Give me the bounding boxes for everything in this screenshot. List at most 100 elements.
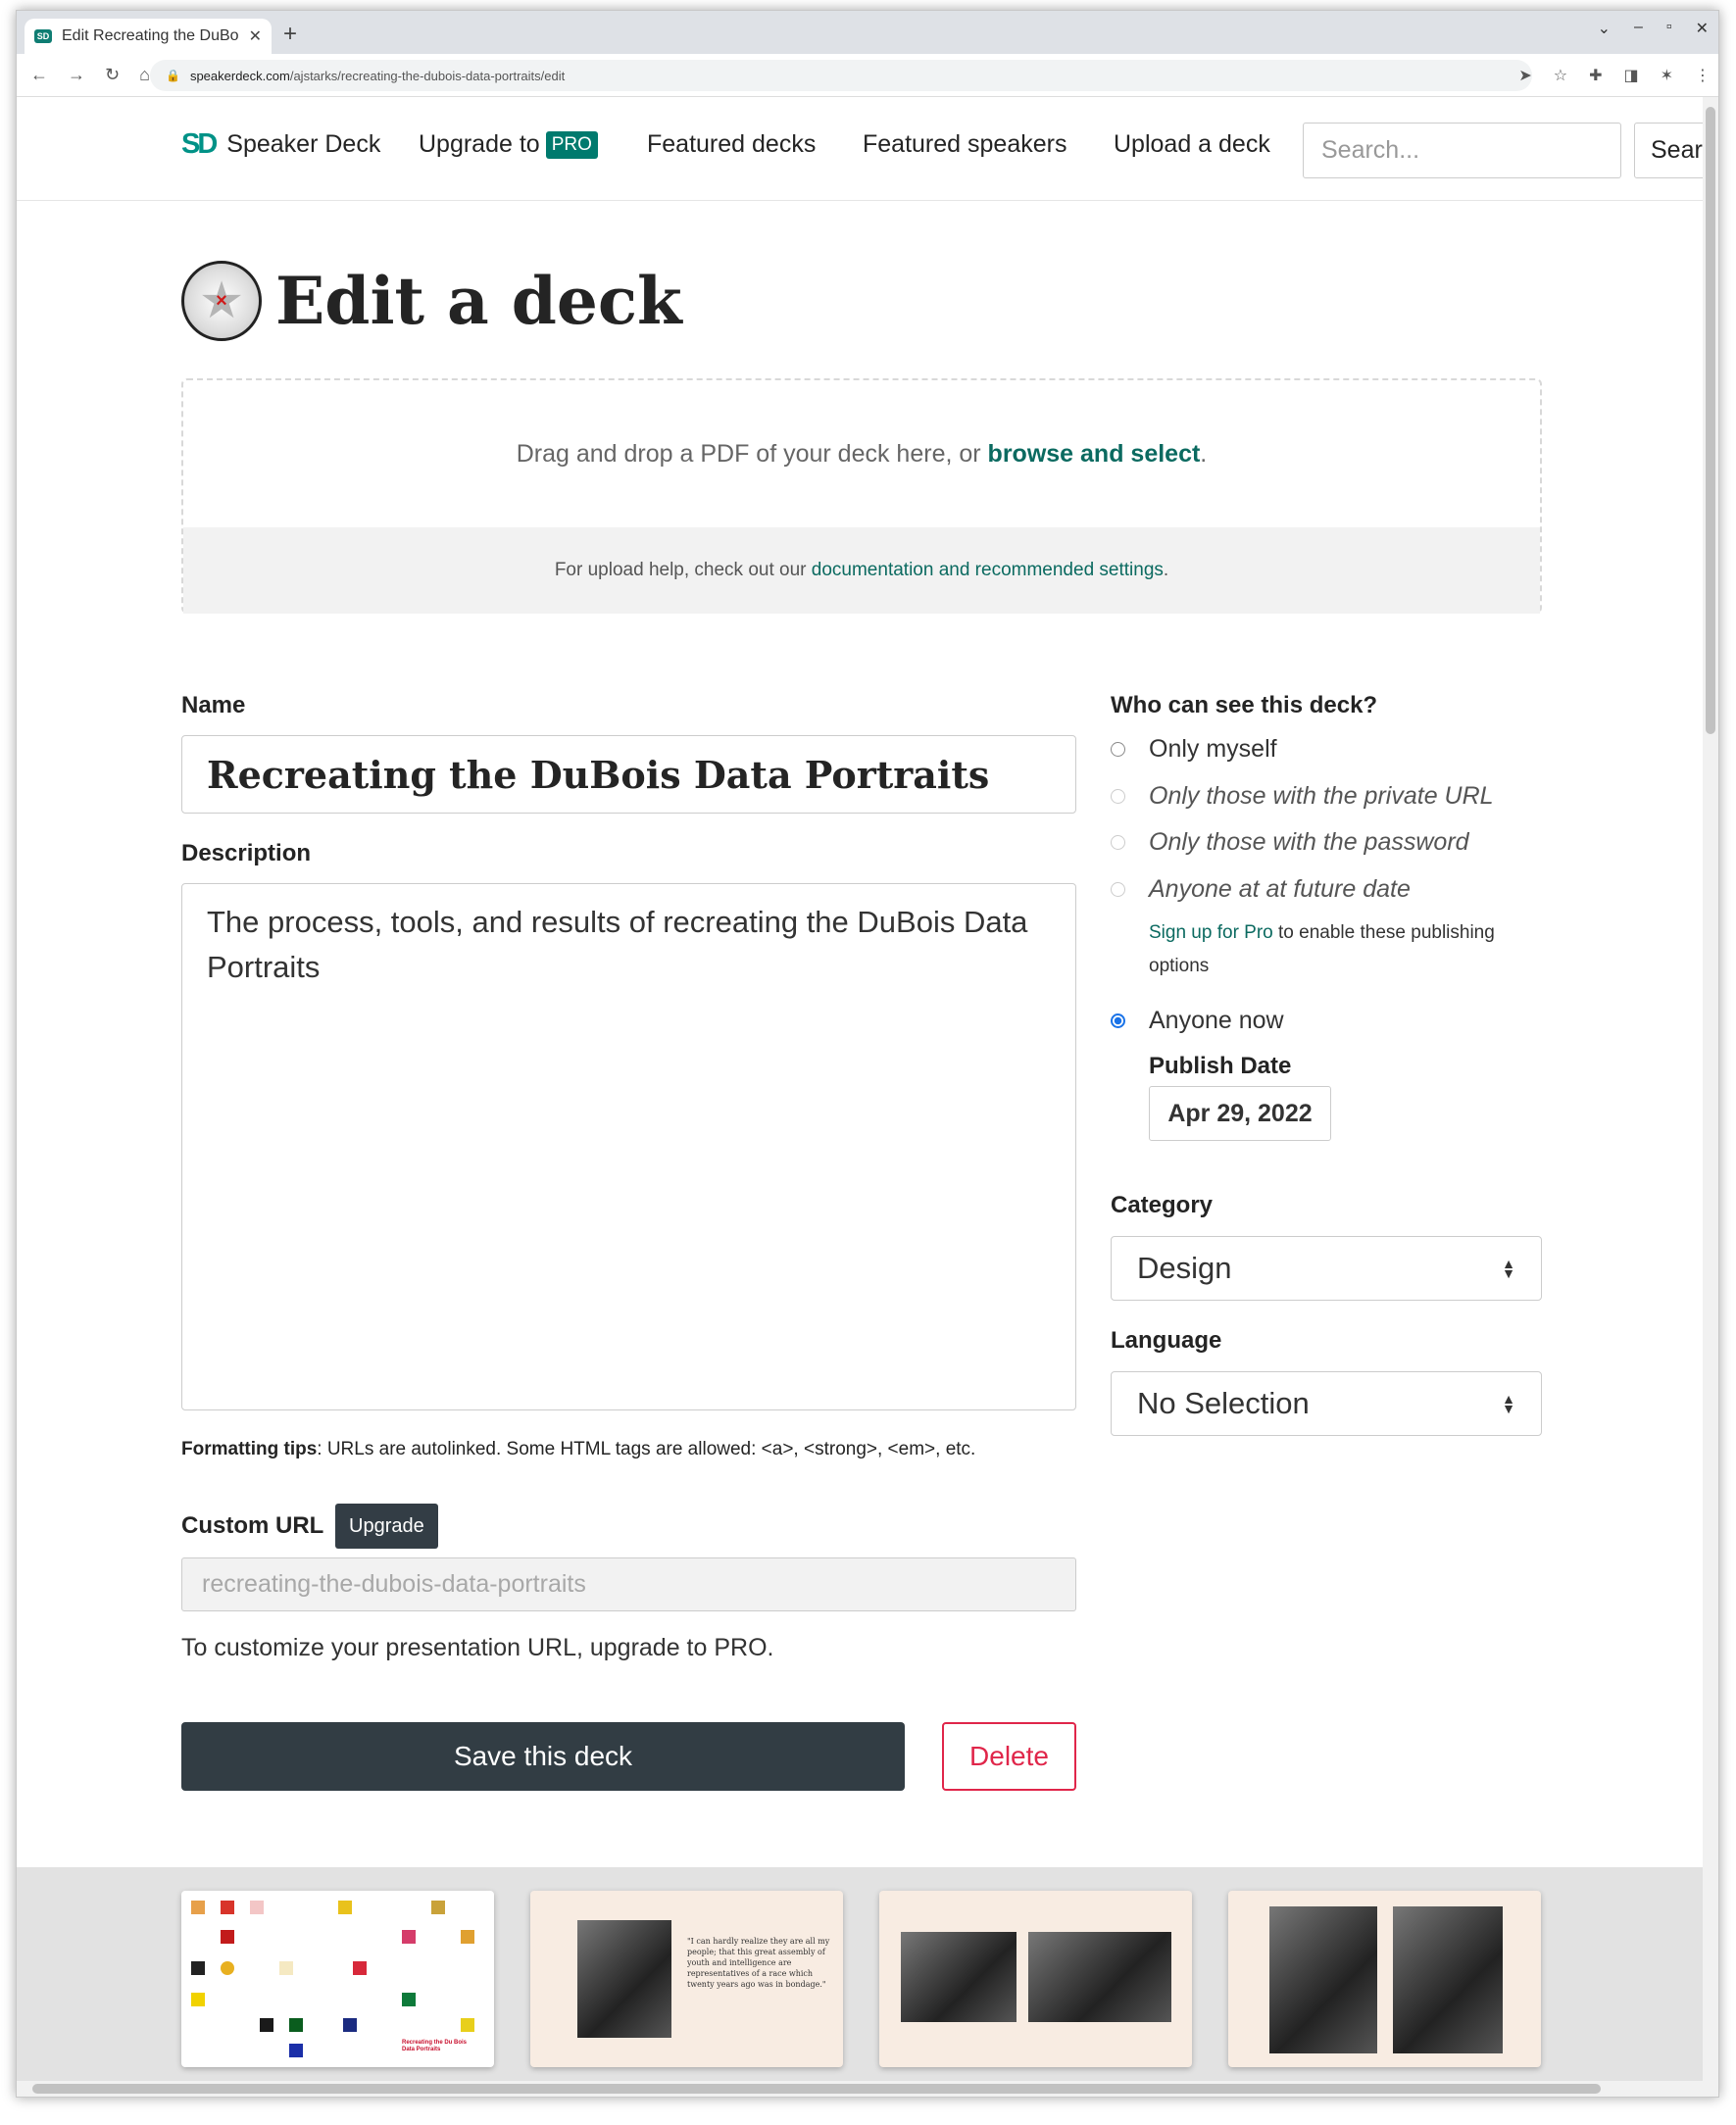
send-icon[interactable]: ➤ bbox=[1518, 66, 1531, 85]
featured-decks-link[interactable]: Featured decks bbox=[647, 130, 816, 159]
language-select[interactable]: No Selection ▲ ▼ bbox=[1111, 1371, 1542, 1436]
upload-deck-link[interactable]: Upload a deck bbox=[1114, 130, 1270, 159]
documentation-link[interactable]: documentation and recommended settings bbox=[812, 560, 1164, 581]
slide-1-caption: Recreating the Du Bois Data Portraits bbox=[402, 2040, 468, 2052]
upload-help-text: For upload help, check out our bbox=[554, 560, 807, 580]
radio-selected-icon[interactable] bbox=[1111, 1013, 1125, 1028]
x-mark-icon: × bbox=[216, 289, 227, 312]
select-arrows-icon: ▲ ▼ bbox=[1502, 1391, 1515, 1416]
visibility-option-label: Only those with the private URL bbox=[1149, 782, 1494, 810]
toolbar-actions: ➤ ☆ ✚ ◨ ✶ ⋮ bbox=[1518, 66, 1711, 85]
upgrade-button[interactable]: Upgrade bbox=[335, 1504, 438, 1549]
sign-up-pro-link[interactable]: Sign up for Pro bbox=[1149, 922, 1273, 943]
visibility-option-anyone-now[interactable]: Anyone now bbox=[1111, 1007, 1284, 1035]
formatting-tips-label: Formatting tips bbox=[181, 1439, 318, 1459]
thumb-chart-mark bbox=[353, 1961, 367, 1975]
thumb-chart-mark bbox=[402, 1930, 416, 1944]
sidepanel-icon[interactable]: ◨ bbox=[1623, 66, 1638, 85]
radio-icon bbox=[1111, 789, 1125, 804]
slide-thumbnail-2[interactable]: "I can hardly realize they are all my pe… bbox=[530, 1891, 843, 2067]
browser-tab[interactable]: SD Edit Recreating the DuBo ✕ bbox=[25, 19, 272, 54]
dropzone-text: Drag and drop a PDF of your deck here, o… bbox=[516, 439, 981, 468]
brand-link[interactable]: SD Speaker Deck bbox=[181, 128, 380, 161]
radio-icon[interactable] bbox=[1111, 742, 1125, 757]
tab-bar: SD Edit Recreating the DuBo ✕ + ⌄ – ▫ ✕ bbox=[17, 11, 1718, 54]
visibility-option-label: Only those with the password bbox=[1149, 828, 1469, 856]
horizontal-scrollbar[interactable] bbox=[17, 2081, 1718, 2097]
url-path: /ajstarks/recreating-the-dubois-data-por… bbox=[289, 68, 566, 83]
thumb-chart-mark bbox=[191, 1901, 205, 1914]
description-field[interactable]: The process, tools, and results of recre… bbox=[181, 883, 1076, 1410]
thumb-chart-mark bbox=[289, 2018, 303, 2032]
lock-icon: 🔒 bbox=[166, 69, 180, 82]
delete-button[interactable]: Delete bbox=[942, 1722, 1076, 1791]
favicon-icon: SD bbox=[34, 29, 52, 43]
scrollbar-thumb[interactable] bbox=[32, 2084, 1601, 2094]
nav-buttons: ← → ↻ ⌂ bbox=[17, 65, 150, 85]
search-input[interactable]: Search... bbox=[1303, 123, 1621, 178]
tab-title: Edit Recreating the DuBo bbox=[62, 27, 239, 44]
featured-speakers-link[interactable]: Featured speakers bbox=[863, 130, 1066, 159]
radio-icon bbox=[1111, 882, 1125, 897]
home-icon[interactable]: ⌂ bbox=[139, 65, 150, 85]
group-photo bbox=[901, 1932, 1017, 2022]
upgrade-link[interactable]: Upgrade to PRO bbox=[419, 130, 598, 159]
category-value: Design bbox=[1137, 1251, 1232, 1285]
page-title: Edit a deck bbox=[275, 263, 682, 339]
name-label: Name bbox=[181, 692, 246, 718]
bookmark-star-icon[interactable]: ☆ bbox=[1554, 66, 1567, 85]
window-controls: ⌄ – ▫ ✕ bbox=[1598, 19, 1709, 38]
thumb-chart-mark bbox=[402, 1993, 416, 2006]
pro-note: Sign up for Pro to enable these publishi… bbox=[1149, 916, 1521, 983]
category-select[interactable]: Design ▲ ▼ bbox=[1111, 1236, 1542, 1301]
description-label: Description bbox=[181, 840, 312, 866]
tab-close-icon[interactable]: ✕ bbox=[249, 26, 262, 46]
back-icon[interactable]: ← bbox=[30, 65, 48, 85]
formatting-tips-text: : URLs are autolinked. Some HTML tags ar… bbox=[317, 1439, 976, 1459]
thumb-chart-mark bbox=[461, 2018, 474, 2032]
reload-icon[interactable]: ↻ bbox=[105, 65, 120, 85]
save-button[interactable]: Save this deck bbox=[181, 1722, 905, 1791]
browser-window: SD Edit Recreating the DuBo ✕ + ⌄ – ▫ ✕ … bbox=[16, 10, 1719, 2098]
thumb-chart-mark bbox=[221, 1930, 234, 1944]
radio-icon bbox=[1111, 835, 1125, 850]
custom-url-field: recreating-the-dubois-data-portraits bbox=[181, 1557, 1076, 1611]
slide-thumbnail-4[interactable] bbox=[1228, 1891, 1541, 2067]
window-close-icon[interactable]: ✕ bbox=[1696, 19, 1709, 38]
slide-thumbnail-3[interactable] bbox=[879, 1891, 1192, 2067]
address-bar[interactable]: 🔒 speakerdeck.com/ajstarks/recreating-th… bbox=[150, 60, 1532, 91]
minimize-icon[interactable]: – bbox=[1634, 19, 1643, 38]
tab-search-icon[interactable]: ⌄ bbox=[1598, 19, 1611, 38]
thumb-chart-mark bbox=[289, 2044, 303, 2057]
vertical-scrollbar[interactable] bbox=[1703, 97, 1718, 2083]
extensions-icon[interactable]: ✚ bbox=[1589, 66, 1602, 85]
speakerdeck-logo-icon: SD bbox=[181, 128, 218, 160]
avatar[interactable]: ★ × bbox=[181, 261, 262, 341]
name-field[interactable]: Recreating the DuBois Data Portraits bbox=[181, 735, 1076, 814]
profile-icon[interactable]: ✶ bbox=[1661, 66, 1673, 85]
thumb-chart-mark bbox=[191, 1993, 205, 2006]
new-tab-icon[interactable]: + bbox=[283, 21, 297, 48]
thumb-chart-mark bbox=[250, 1901, 264, 1914]
page-heading: ★ × Edit a deck bbox=[181, 261, 682, 341]
thumb-chart-mark bbox=[260, 2018, 273, 2032]
forward-icon[interactable]: → bbox=[68, 65, 85, 85]
url-host: speakerdeck.com bbox=[189, 68, 290, 83]
publish-date-field[interactable]: Apr 29, 2022 bbox=[1149, 1086, 1331, 1141]
scrollbar-thumb[interactable] bbox=[1706, 107, 1715, 734]
maximize-icon[interactable]: ▫ bbox=[1666, 19, 1672, 38]
portrait-photo bbox=[577, 1920, 671, 2038]
slide-thumbnail-1[interactable]: Recreating the Du Bois Data Portraits bbox=[181, 1891, 494, 2067]
upload-help: For upload help, check out our documenta… bbox=[183, 527, 1540, 614]
browse-select-link[interactable]: browse and select bbox=[988, 440, 1201, 469]
slide-thumbnails: Recreating the Du Bois Data Portraits "I… bbox=[17, 1867, 1718, 2097]
thumb-chart-mark bbox=[461, 1930, 474, 1944]
visibility-option-password: Only those with the password bbox=[1111, 828, 1469, 857]
visibility-option-only-myself[interactable]: Only myself bbox=[1111, 735, 1277, 764]
menu-icon[interactable]: ⋮ bbox=[1695, 66, 1711, 85]
upload-help-period: . bbox=[1163, 560, 1169, 580]
upgrade-label: Upgrade to bbox=[419, 130, 540, 158]
pdf-dropzone[interactable]: Drag and drop a PDF of your deck here, o… bbox=[181, 378, 1542, 614]
pro-badge: PRO bbox=[545, 131, 598, 159]
dropzone-message: Drag and drop a PDF of your deck here, o… bbox=[183, 380, 1540, 527]
